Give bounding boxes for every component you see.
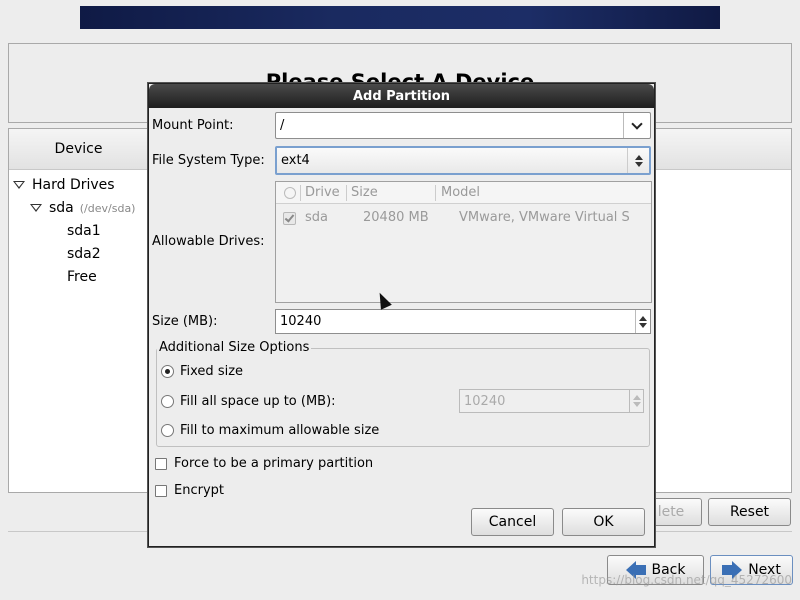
allowable-drives-table[interactable]: Drive Size Model sda 20480 MB VMware, VM… bbox=[275, 181, 652, 303]
watermark: https://blog.csdn.net/qq_45272600 bbox=[581, 573, 792, 587]
ok-button[interactable]: OK bbox=[562, 508, 645, 536]
fill-up-to-value: 10240 bbox=[464, 393, 506, 409]
expander-icon[interactable] bbox=[13, 181, 25, 189]
dialog-title: Add Partition bbox=[149, 84, 654, 108]
select-arrows[interactable] bbox=[627, 148, 649, 173]
tree-item-label: sda bbox=[49, 200, 74, 216]
additional-size-options-title: Additional Size Options bbox=[157, 340, 312, 355]
tree-item-sda[interactable]: sda (/dev/sda) bbox=[30, 200, 135, 216]
updown-icon bbox=[634, 154, 643, 167]
installer-banner bbox=[80, 6, 720, 29]
size-value: 10240 bbox=[280, 314, 322, 329]
cancel-button[interactable]: Cancel bbox=[471, 508, 554, 536]
allowable-drives-label: Allowable Drives: bbox=[152, 234, 265, 249]
fill-up-to-radio[interactable] bbox=[161, 395, 174, 408]
mount-point-label: Mount Point: bbox=[152, 118, 234, 133]
size-stepper[interactable] bbox=[635, 310, 650, 333]
fill-max-radio[interactable] bbox=[161, 424, 174, 437]
reset-button[interactable]: Reset bbox=[708, 498, 791, 526]
drive-size: 20480 MB bbox=[363, 210, 429, 225]
fs-type-select[interactable]: ext4 bbox=[275, 146, 651, 175]
tree-item-free[interactable]: Free bbox=[67, 269, 97, 285]
col-drive[interactable]: Drive bbox=[305, 185, 340, 200]
drive-name: sda bbox=[305, 210, 328, 225]
col-size[interactable]: Size bbox=[351, 185, 378, 200]
add-partition-dialog: Add Partition Mount Point: / File System… bbox=[148, 83, 655, 547]
encrypt-checkbox[interactable] bbox=[155, 485, 167, 497]
fill-max-label[interactable]: Fill to maximum allowable size bbox=[180, 423, 379, 438]
encrypt-label[interactable]: Encrypt bbox=[174, 483, 224, 498]
tree-item-label: Hard Drives bbox=[32, 177, 115, 193]
fixed-size-label[interactable]: Fixed size bbox=[180, 364, 243, 379]
size-label: Size (MB): bbox=[152, 314, 218, 329]
force-primary-checkbox[interactable] bbox=[155, 458, 167, 470]
fill-up-to-stepper[interactable] bbox=[629, 390, 643, 412]
tree-item-label: Free bbox=[67, 269, 97, 285]
dropdown-button[interactable] bbox=[623, 113, 650, 138]
tree-item-label: sda2 bbox=[67, 246, 101, 262]
tree-item-hard-drives[interactable]: Hard Drives bbox=[13, 177, 115, 193]
fill-up-to-spinbox[interactable]: 10240 bbox=[459, 389, 644, 413]
fs-type-label: File System Type: bbox=[152, 153, 265, 168]
size-spinbox[interactable]: 10240 bbox=[275, 309, 651, 334]
chevron-down-icon bbox=[631, 117, 643, 130]
tree-item-sda1[interactable]: sda1 bbox=[67, 223, 101, 239]
table-row[interactable]: sda 20480 MB VMware, VMware Virtual S bbox=[276, 209, 651, 229]
drive-model: VMware, VMware Virtual S bbox=[459, 210, 630, 225]
mount-point-combo[interactable]: / bbox=[275, 112, 651, 139]
expander-icon[interactable] bbox=[30, 204, 42, 212]
col-model[interactable]: Model bbox=[441, 185, 480, 200]
tree-item-subpath: (/dev/sda) bbox=[79, 201, 136, 215]
fixed-size-radio[interactable] bbox=[161, 365, 174, 378]
drives-table-header: Drive Size Model bbox=[276, 182, 651, 204]
tree-item-label: sda1 bbox=[67, 223, 101, 239]
tree-item-sda2[interactable]: sda2 bbox=[67, 246, 101, 262]
fill-up-to-label[interactable]: Fill all space up to (MB): bbox=[180, 394, 336, 409]
device-column-header[interactable]: Device bbox=[9, 129, 149, 170]
force-primary-label[interactable]: Force to be a primary partition bbox=[174, 456, 373, 471]
select-column-icon bbox=[284, 187, 296, 199]
drive-checkbox[interactable] bbox=[283, 212, 296, 225]
fs-type-value: ext4 bbox=[281, 153, 310, 168]
mount-point-value: / bbox=[280, 118, 285, 133]
